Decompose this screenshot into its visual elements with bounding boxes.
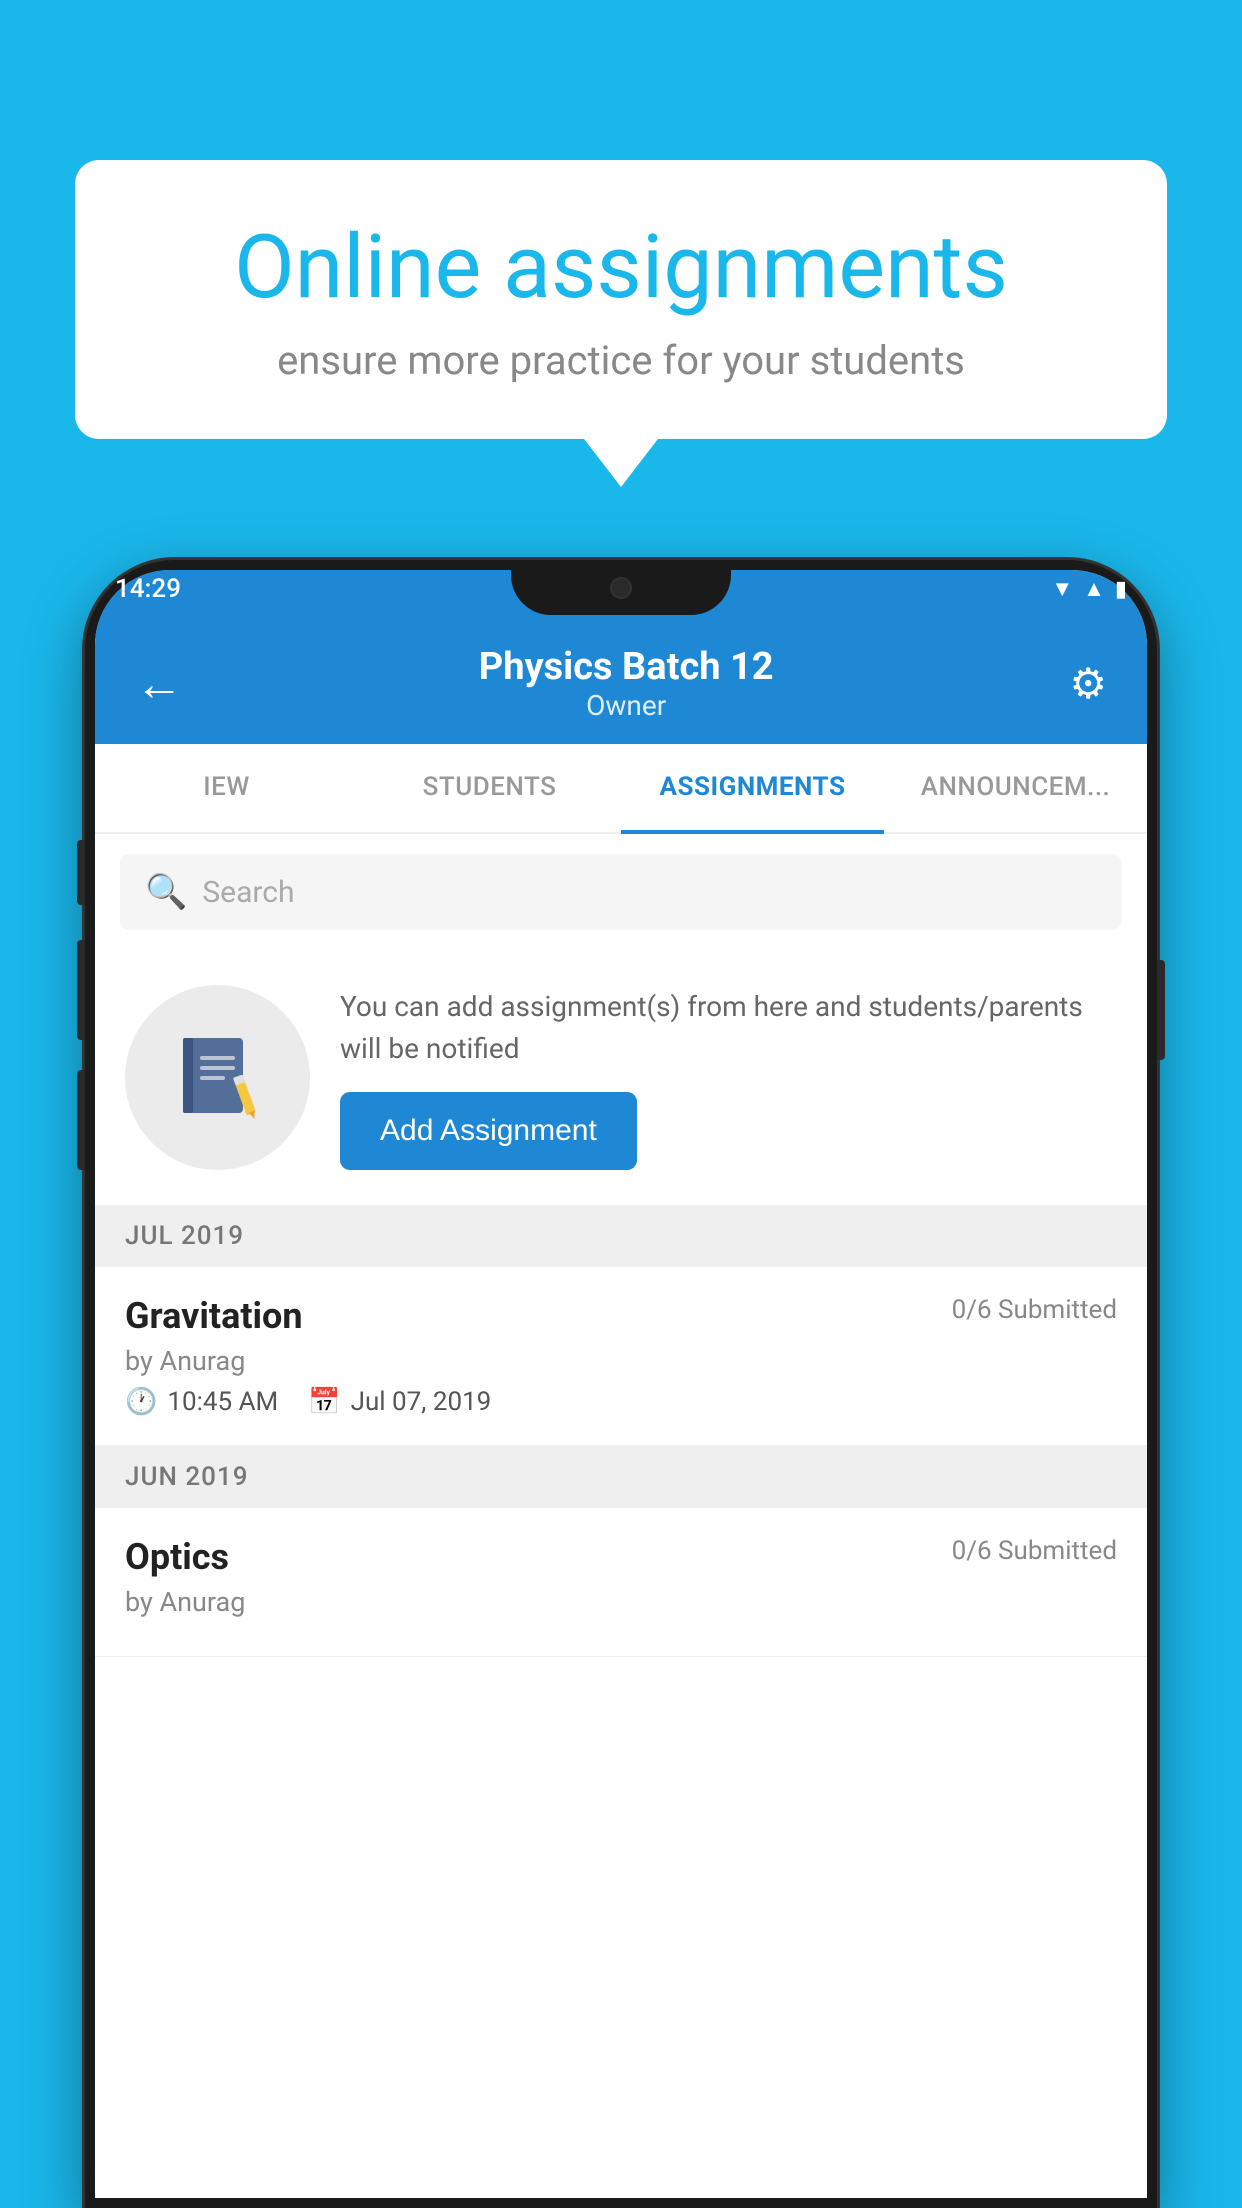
bubble-subtitle: ensure more practice for your students <box>145 337 1097 384</box>
assignment-meta-gravitation: 🕐 10:45 AM 📅 Jul 07, 2019 <box>125 1387 1117 1417</box>
bubble-title: Online assignments <box>145 220 1097 317</box>
assignment-submitted-optics: 0/6 Submitted <box>952 1536 1117 1566</box>
power-button <box>1157 960 1165 1060</box>
tab-assignments[interactable]: ASSIGNMENTS <box>621 744 884 834</box>
speech-bubble-container: Online assignments ensure more practice … <box>75 160 1167 439</box>
back-button[interactable]: ← <box>135 655 183 712</box>
volume-up-button <box>77 940 85 1040</box>
search-bar[interactable]: 🔍 Search <box>120 854 1122 930</box>
volume-silent-button <box>77 840 85 905</box>
add-assignment-section: You can add assignment(s) from here and … <box>95 950 1147 1205</box>
header-subtitle: Owner <box>479 689 774 722</box>
assignment-by-gravitation: by Anurag <box>125 1345 1117 1377</box>
phone-screen: ← Physics Batch 12 Owner ⚙ IEW STUDENTS … <box>95 570 1147 2198</box>
notebook-svg-icon <box>168 1028 268 1128</box>
header-center: Physics Batch 12 Owner <box>479 645 774 722</box>
section-jun-2019: JUN 2019 <box>95 1446 1147 1508</box>
add-assignment-right: You can add assignment(s) from here and … <box>340 986 1117 1170</box>
assignment-time-gravitation: 🕐 10:45 AM <box>125 1387 278 1417</box>
header-title: Physics Batch 12 <box>479 645 774 689</box>
screen-content: 🔍 Search <box>95 834 1147 2198</box>
tabs-bar: IEW STUDENTS ASSIGNMENTS ANNOUNCEM... <box>95 744 1147 834</box>
tab-iew[interactable]: IEW <box>95 744 358 834</box>
calendar-icon: 📅 <box>308 1387 340 1417</box>
assignment-name-gravitation: Gravitation <box>125 1295 303 1337</box>
wifi-icon: ▼ <box>1051 576 1073 602</box>
search-bar-container: 🔍 Search <box>95 834 1147 950</box>
status-bar: 14:29 ▼ ▲ ▮ <box>115 574 1127 604</box>
assignment-date-gravitation: 📅 Jul 07, 2019 <box>308 1387 491 1417</box>
status-time: 14:29 <box>115 574 181 604</box>
battery-icon: ▮ <box>1115 577 1127 602</box>
tab-announcements[interactable]: ANNOUNCEM... <box>884 744 1147 834</box>
speech-bubble: Online assignments ensure more practice … <box>75 160 1167 439</box>
assignment-icon-circle <box>125 985 310 1170</box>
assignment-time-value: 10:45 AM <box>167 1387 278 1417</box>
section-header-jul-label: JUL 2019 <box>125 1221 244 1251</box>
assignment-submitted-gravitation: 0/6 Submitted <box>952 1295 1117 1325</box>
assignment-optics-top-row: Optics 0/6 Submitted <box>125 1536 1117 1578</box>
status-icons: ▼ ▲ ▮ <box>1051 576 1127 602</box>
section-header-jun-label: JUN 2019 <box>125 1462 248 1492</box>
volume-down-button <box>77 1070 85 1170</box>
assignment-gravitation[interactable]: Gravitation 0/6 Submitted by Anurag 🕐 10… <box>95 1267 1147 1446</box>
search-icon: 🔍 <box>145 872 187 912</box>
add-assignment-button[interactable]: Add Assignment <box>340 1092 637 1170</box>
assignment-top-row: Gravitation 0/6 Submitted <box>125 1295 1117 1337</box>
section-jul-2019: JUL 2019 <box>95 1205 1147 1267</box>
tab-students[interactable]: STUDENTS <box>358 744 621 834</box>
phone-frame: 14:29 ▼ ▲ ▮ ← Physics Batch 12 Owner ⚙ I… <box>85 560 1157 2208</box>
settings-button[interactable]: ⚙ <box>1069 659 1107 709</box>
assignment-name-optics: Optics <box>125 1536 229 1578</box>
add-assignment-description: You can add assignment(s) from here and … <box>340 986 1117 1070</box>
signal-icon: ▲ <box>1083 576 1105 602</box>
search-placeholder: Search <box>202 875 294 910</box>
assignment-optics[interactable]: Optics 0/6 Submitted by Anurag <box>95 1508 1147 1657</box>
clock-icon: 🕐 <box>125 1387 157 1417</box>
assignment-date-value: Jul 07, 2019 <box>351 1387 492 1417</box>
assignment-by-optics: by Anurag <box>125 1586 1117 1618</box>
